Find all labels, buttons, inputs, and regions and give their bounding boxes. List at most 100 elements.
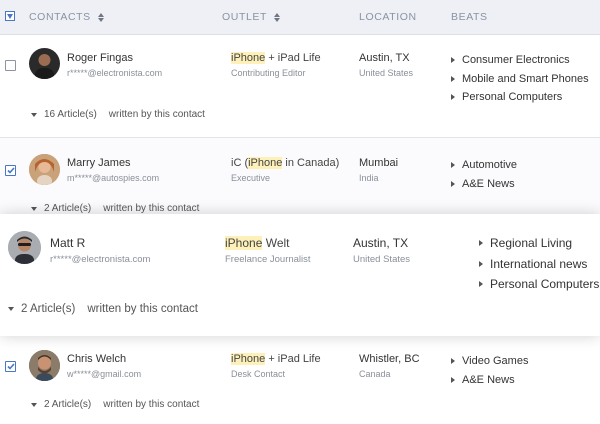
beat-label: Regional Living [490,236,573,250]
contacts-column-header[interactable]: CONTACTS [29,11,104,23]
articles-toggle[interactable]: 2 Article(s) written by this contact [31,203,199,214]
caret-right-icon [451,57,455,64]
contact-role: Freelance Journalist [225,254,311,265]
caret-down-icon [8,307,14,311]
avatar [8,231,41,264]
beat-item: Mobile and Smart Phones [451,70,589,89]
caret-right-icon [479,260,483,267]
beats-list: Consumer Electronics Mobile and Smart Ph… [451,51,589,107]
outlet-column-header[interactable]: OUTLET [222,11,281,23]
contact-name[interactable]: Marry James [67,157,131,169]
outlet-name[interactable]: iC (iPhone in Canada) [231,157,339,169]
articles-count: 16 Article(s) [44,109,97,120]
caret-down-icon [31,112,37,117]
caret-right-icon [479,281,483,288]
articles-count: 2 Article(s) [44,399,92,410]
beat-item: Automotive [451,156,517,175]
beats-list: Automotive A&E News [451,156,517,193]
beat-item: Personal Computers [479,274,599,295]
beat-label: International news [490,256,588,271]
contact-name[interactable]: Roger Fingas [67,52,133,64]
caret-right-icon [451,376,455,383]
contact-row[interactable]: Roger Fingas r*****@electronista.com iPh… [0,35,600,137]
contact-row[interactable]: Marry James m*****@autospies.com iC (iPh… [0,138,600,216]
articles-suffix: written by this contact [103,399,200,410]
outlet-name-rest: Welt [262,236,290,250]
location-country: United States [359,68,414,78]
checkmark-icon [6,167,15,174]
outlet-name-rest: + iPad Life [265,353,321,365]
beat-item: International news [479,254,599,275]
articles-count: 2 Article(s) [44,203,92,214]
location-city: Austin, TX [359,52,410,64]
contact-name[interactable]: Matt R [50,236,85,250]
contact-name[interactable]: Chris Welch [67,353,126,365]
contact-row-focused[interactable]: Matt R r*****@electronista.com iPhone We… [0,214,600,336]
beat-label: A&E News [462,373,515,386]
beat-item: Personal Computers [451,88,589,107]
row-checkbox[interactable] [5,361,16,372]
beat-item: Regional Living [479,233,599,254]
caret-right-icon [479,240,483,247]
articles-suffix: written by this contact [87,303,198,315]
search-highlight: iPhone [231,353,266,365]
contact-email: w*****@gmail.com [67,369,142,379]
contact-role: Contributing Editor [231,68,306,78]
caret-down-icon [31,206,37,211]
beat-label: Automotive [462,159,518,171]
beat-label: Video Games [462,355,529,367]
caret-right-icon [451,162,455,169]
articles-count: 2 Article(s) [21,303,76,315]
beat-label: Personal Computers [462,91,563,103]
caret-right-icon [451,75,455,82]
beats-header-label: BEATS [451,11,488,23]
beats-column-header: BEATS [451,11,488,23]
contact-role: Executive [231,173,271,183]
articles-suffix: written by this contact [103,203,200,214]
location-country: United States [353,254,411,265]
caret-right-icon [451,94,455,101]
sort-icon[interactable] [274,12,281,22]
chevron-down-icon [7,13,13,19]
search-highlight: iPhone [231,52,266,64]
articles-toggle[interactable]: 2 Article(s) written by this contact [31,399,199,410]
contact-row[interactable]: Chris Welch w*****@gmail.com iPhone + iP… [0,337,600,424]
table-header: CONTACTS OUTLET LOCATION BEATS [0,0,600,35]
contacts-header-label: CONTACTS [29,11,91,23]
select-all-checkbox[interactable] [5,11,15,21]
outlet-name-rest: + iPad Life [265,52,321,64]
beats-list: Video Games A&E News [451,352,528,389]
sort-icon[interactable] [97,12,104,22]
beats-list: Regional Living International news Perso… [479,233,599,295]
location-city: Whistler, BC [359,353,420,365]
caret-right-icon [451,358,455,365]
avatar [29,350,60,381]
avatar [29,48,60,79]
outlet-name-rest: in Canada) [282,157,340,169]
location-city: Mumbai [359,157,399,169]
outlet-name[interactable]: iPhone + iPad Life [231,353,321,365]
beat-label: Consumer Electronics [462,54,570,66]
row-checkbox[interactable] [5,165,16,176]
contact-email: r*****@electronista.com [50,254,151,265]
search-highlight: iPhone [225,236,263,250]
row-checkbox[interactable] [5,60,16,71]
beat-item: A&E News [451,175,517,194]
caret-down-icon [31,402,37,407]
outlet-name[interactable]: iPhone Welt [225,236,290,250]
contact-email: r*****@electronista.com [67,68,163,78]
articles-toggle[interactable]: 16 Article(s) written by this contact [31,109,205,120]
location-country: Canada [359,369,391,379]
location-header-label: LOCATION [359,11,417,23]
location-city: Austin, TX [353,236,409,250]
contact-role: Desk Contact [231,369,286,379]
location-country: India [359,173,379,183]
articles-toggle[interactable]: 2 Article(s) written by this contact [8,303,198,315]
avatar [29,154,60,185]
articles-suffix: written by this contact [108,109,205,120]
beat-item: A&E News [451,371,528,390]
search-highlight: iPhone [248,157,283,169]
outlet-name[interactable]: iPhone + iPad Life [231,52,321,64]
beat-item: Video Games [451,352,528,371]
beat-item: Consumer Electronics [451,51,589,70]
